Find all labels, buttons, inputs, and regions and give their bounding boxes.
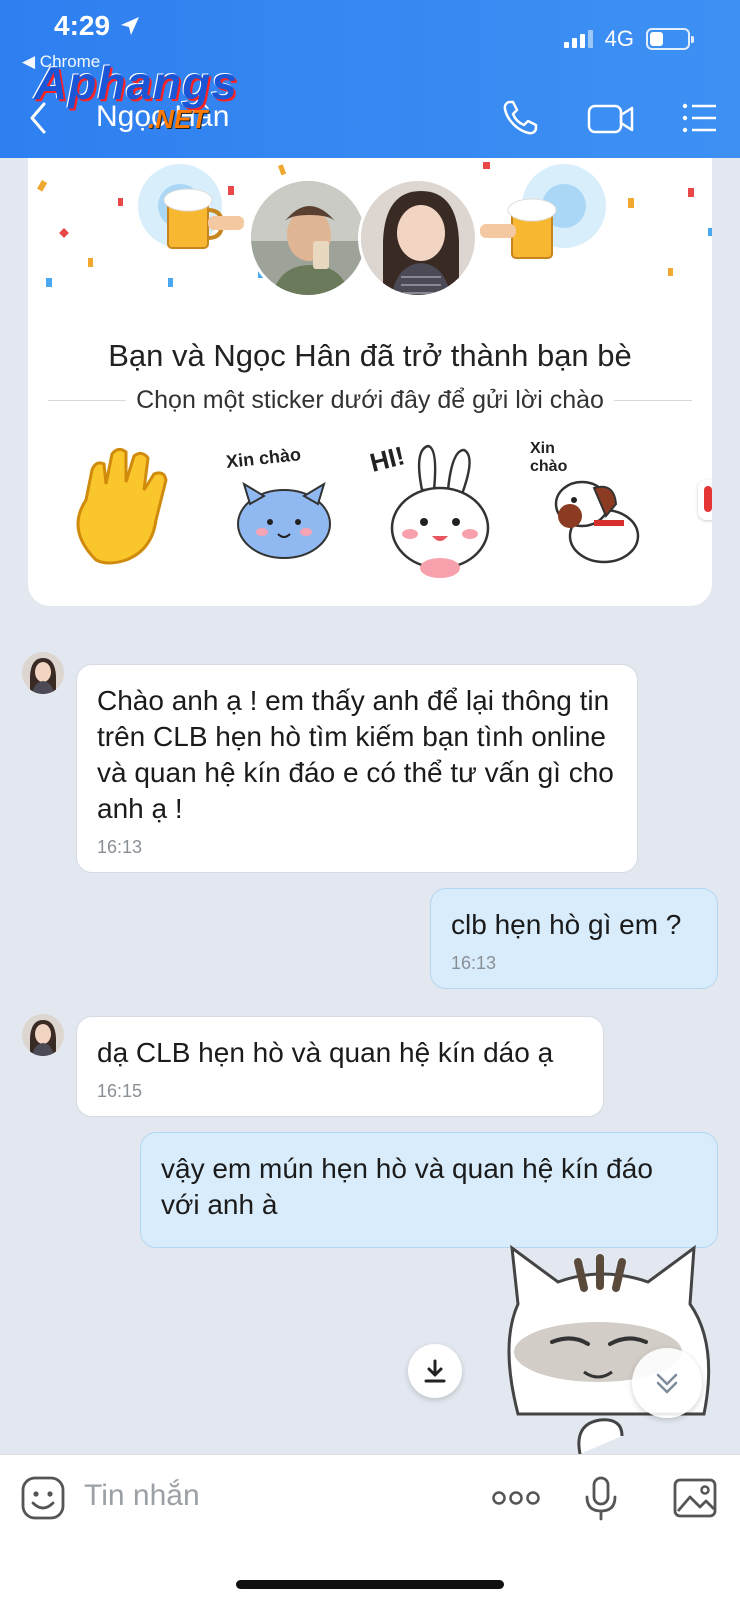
sender-avatar[interactable] [22, 1014, 64, 1056]
friend-avatar[interactable] [358, 178, 478, 298]
message-bubble-outgoing[interactable]: vậy em mún hẹn hò và quan hệ kín đáo với… [140, 1132, 718, 1248]
message-time: 16:13 [451, 953, 497, 973]
wave-hand-sticker[interactable] [56, 440, 196, 580]
scroll-to-bottom-button[interactable] [632, 1348, 702, 1418]
bunny-hi-sticker[interactable]: HI! [367, 440, 508, 580]
beer-mug-left-icon [163, 188, 244, 249]
more-options-icon[interactable] [490, 1475, 542, 1521]
phone-icon[interactable] [498, 96, 542, 140]
divider [48, 400, 127, 401]
video-call-icon[interactable] [586, 96, 636, 140]
message-text: clb hẹn hò gì em ? [451, 909, 682, 940]
message-text: dạ CLB hẹn hò và quan hệ kín dáo ạ [97, 1037, 554, 1068]
cat-sticker[interactable] [488, 1234, 718, 1454]
woman-portrait-icon [22, 652, 64, 694]
image-gallery-icon[interactable] [672, 1475, 718, 1521]
signal-icon [563, 30, 593, 48]
message-time: 16:13 [97, 837, 143, 857]
location-arrow-icon [121, 17, 140, 35]
my-avatar[interactable] [248, 178, 368, 298]
message-bubble-incoming[interactable]: Chào anh ạ ! em thấy anh để lại thông ti… [76, 664, 638, 873]
woman-portrait-icon [22, 1014, 64, 1056]
message-bubble-incoming[interactable]: dạ CLB hẹn hò và quan hệ kín dáo ạ 16:15 [76, 1016, 604, 1117]
dog-sticker[interactable]: Xin chào [524, 440, 664, 580]
battery-icon [646, 28, 694, 50]
watermark-logo: Aphangs [34, 57, 238, 109]
menu-list-icon[interactable] [680, 96, 720, 140]
new-friend-card: Bạn và Ngọc Hân đã trở thành bạn bè Chọn… [28, 158, 712, 606]
message-input[interactable]: Tin nhắn [84, 1479, 200, 1513]
friend-card-title: Bạn và Ngọc Hân đã trở thành bạn bè [108, 338, 632, 373]
status-time: 4:29 [54, 10, 142, 42]
divider [613, 400, 693, 401]
home-indicator[interactable] [236, 1580, 504, 1589]
greeting-sticker-row: Xin chào HI! Xin chào [28, 440, 712, 580]
status-indicators: 4G [563, 26, 694, 52]
friend-card-subtitle-row: Chọn một sticker dưới đây để gửi lời chà… [48, 386, 693, 415]
watermark-suffix: .NET [148, 104, 208, 134]
sticker-caption: Xin chào [530, 440, 568, 475]
emoji-icon[interactable] [20, 1475, 66, 1521]
more-stickers-peek[interactable] [698, 480, 712, 520]
clock-text: 4:29 [54, 10, 111, 41]
download-icon [424, 1359, 446, 1383]
message-text: vậy em mún hẹn hò và quan hệ kín đáo với… [161, 1153, 653, 1220]
message-text: Chào anh ạ ! em thấy anh để lại thông ti… [97, 685, 614, 824]
message-composer: Tin nhắn [0, 1454, 740, 1600]
download-button[interactable] [408, 1344, 462, 1398]
message-bubble-outgoing[interactable]: clb hẹn hò gì em ? 16:13 [430, 888, 718, 989]
double-chevron-down-icon [656, 1373, 678, 1394]
microphone-icon[interactable] [578, 1475, 624, 1521]
sender-avatar[interactable] [22, 652, 64, 694]
beer-mug-right-icon [480, 198, 557, 259]
friend-card-subtitle: Chọn một sticker dưới đây để gửi lời chà… [136, 386, 604, 414]
blue-cat-sticker[interactable]: Xin chào [214, 440, 354, 580]
network-label: 4G [604, 26, 634, 51]
message-time: 16:15 [97, 1081, 143, 1101]
chat-header: 4:29 ◀ Chrome 4G Ngọc Hân Aphangs .NET [0, 0, 740, 158]
